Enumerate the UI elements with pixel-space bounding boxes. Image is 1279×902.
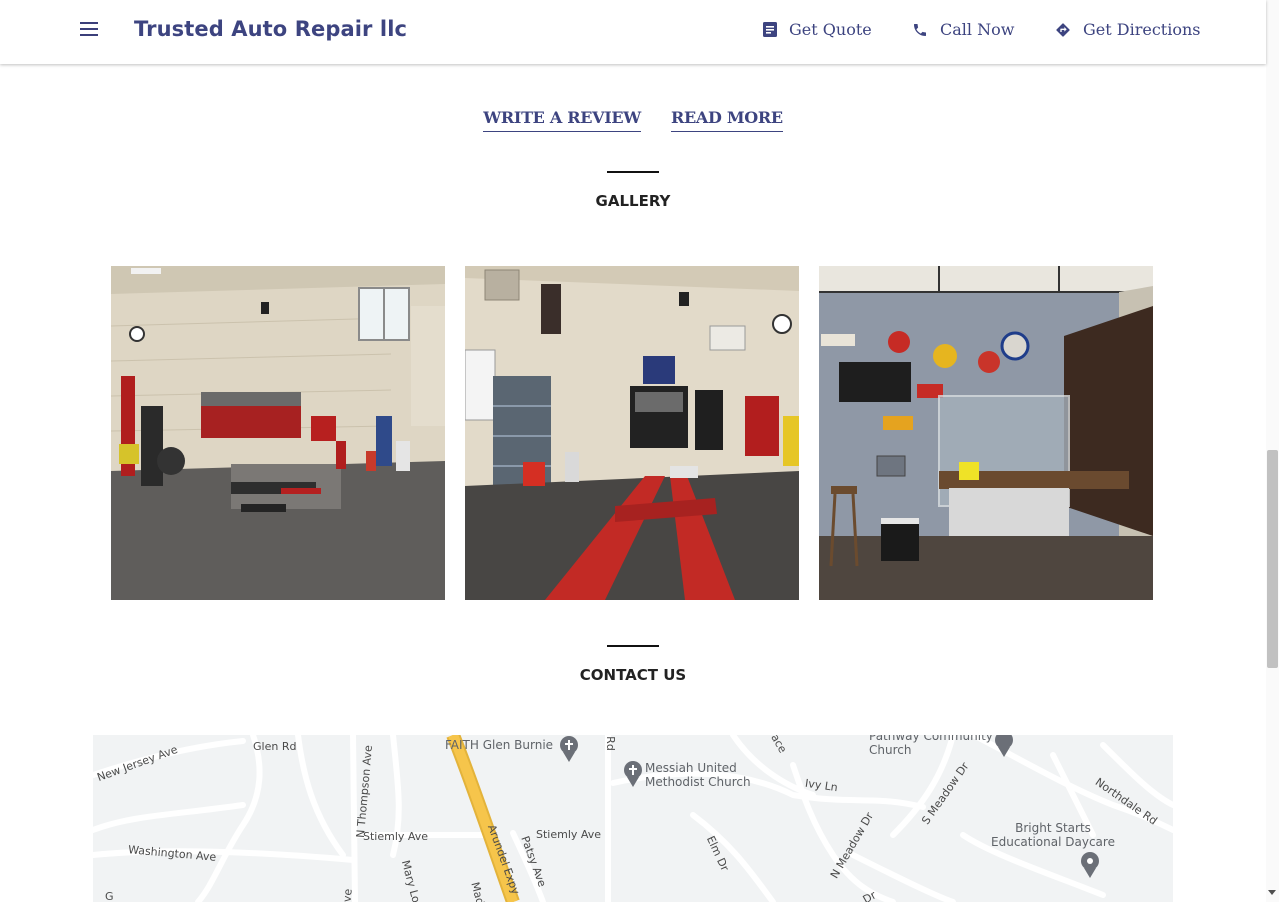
call-now-link[interactable]: Call Now (912, 20, 1014, 39)
call-now-label: Call Now (940, 20, 1015, 39)
review-links: WRITE A REVIEW READ MORE (0, 108, 1266, 132)
site-header: Trusted Auto Repair llc Get Quote Call N… (0, 0, 1266, 64)
gallery-divider (607, 171, 659, 173)
map-road-label: G (105, 890, 114, 902)
get-quote-link[interactable]: Get Quote (763, 20, 872, 39)
gallery-photo-2[interactable] (465, 266, 799, 600)
contact-title: CONTACT US (579, 666, 687, 684)
read-more-link[interactable]: READ MORE (670, 108, 783, 132)
contact-divider (607, 645, 659, 647)
hamburger-menu-icon[interactable] (80, 22, 100, 42)
get-quote-label: Get Quote (789, 20, 872, 39)
map-poi-label[interactable]: Messiah United Methodist Church (645, 761, 765, 789)
get-directions-link[interactable]: Get Directions (1055, 20, 1200, 39)
gallery-photo-1[interactable] (111, 266, 445, 600)
map-poi-label[interactable]: Bright Starts Educational Daycare (983, 821, 1123, 849)
document-icon (763, 22, 777, 37)
scroll-down-arrow-icon[interactable] (1268, 890, 1276, 895)
scrollbar-thumb[interactable] (1267, 450, 1278, 668)
write-review-link[interactable]: WRITE A REVIEW (483, 108, 641, 132)
gallery-grid (111, 266, 1153, 600)
map-road-label: Glen Rd (253, 740, 297, 753)
map-road-label: Stiemly Ave (536, 828, 602, 841)
site-brand[interactable]: Trusted Auto Repair llc (134, 17, 407, 41)
map-road-label: Rd (603, 736, 617, 751)
map-road-label: ve (340, 888, 355, 902)
map-road-label: Stiemly Ave (363, 830, 429, 843)
gallery-title: GALLERY (595, 192, 671, 210)
gallery-photo-3[interactable] (819, 266, 1153, 600)
get-directions-label: Get Directions (1083, 20, 1201, 39)
location-map[interactable]: New Jersey Ave Glen Rd N Thompson Ave St… (93, 735, 1173, 902)
map-poi-label[interactable]: FAITH Glen Burnie (445, 738, 553, 752)
map-poi-label[interactable]: Pathway Community Church (869, 735, 999, 757)
directions-icon (1056, 22, 1070, 37)
phone-icon (914, 23, 926, 36)
